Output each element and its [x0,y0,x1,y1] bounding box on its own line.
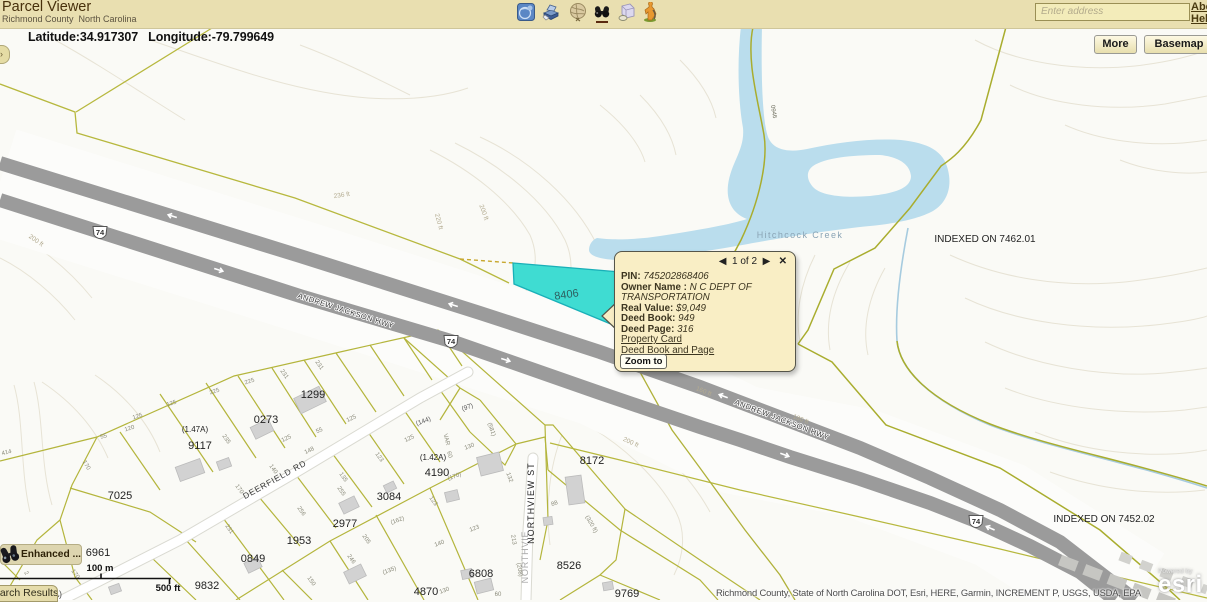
svg-text:1299: 1299 [301,389,325,401]
svg-text:0849: 0849 [241,553,265,565]
svg-text:INDEXED ON 7462.01: INDEXED ON 7462.01 [934,234,1036,245]
svg-text:4870: 4870 [414,586,438,598]
svg-text:(1.42A): (1.42A) [420,453,447,462]
svg-text:3084: 3084 [377,491,401,503]
svg-text:7025: 7025 [108,490,132,502]
svg-text:4190: 4190 [425,467,449,479]
svg-text:500 ft: 500 ft [156,583,182,594]
svg-text:74: 74 [972,517,981,526]
svg-text:74: 74 [447,337,456,346]
svg-text:6961: 6961 [86,547,110,559]
svg-text:2977: 2977 [333,518,357,530]
svg-text:0273: 0273 [254,414,278,426]
svg-text:8526: 8526 [557,560,581,572]
svg-text:9117: 9117 [188,440,212,452]
svg-text:Hitchcock Creek: Hitchcock Creek [757,230,844,240]
svg-text:8172: 8172 [580,455,604,467]
svg-text:6808: 6808 [469,568,493,580]
svg-text:100 m: 100 m [87,563,114,574]
svg-text:(1.47A): (1.47A) [182,425,209,434]
svg-text:74: 74 [96,228,105,237]
svg-text:INDEXED ON 7452.02: INDEXED ON 7452.02 [1053,514,1155,525]
svg-text:9769: 9769 [615,588,639,600]
svg-text:60: 60 [495,592,502,598]
svg-text:1953: 1953 [287,535,311,547]
